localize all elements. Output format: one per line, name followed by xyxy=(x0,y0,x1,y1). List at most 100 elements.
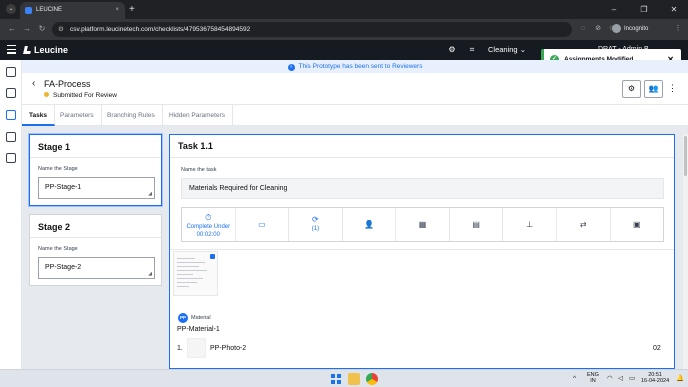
process-title: FA-Process xyxy=(44,79,91,89)
back-chevron-icon[interactable]: ‹ xyxy=(32,78,35,90)
task-name-label: Name the task xyxy=(181,167,217,173)
process-settings-button[interactable]: ⚙ xyxy=(622,80,641,98)
reminder-button[interactable]: ▣ xyxy=(611,208,664,241)
due-date-button[interactable]: ▤ xyxy=(450,208,504,241)
chevron-up-icon[interactable]: ^ xyxy=(573,375,576,383)
restore-icon[interactable]: ❐ xyxy=(630,0,658,19)
task-title: Task 1.1 xyxy=(178,141,213,151)
hamburger-menu-icon[interactable] xyxy=(7,45,16,54)
more-options-icon[interactable]: ⋮ xyxy=(668,82,677,94)
incognito-indicator[interactable]: Incognito xyxy=(612,24,648,35)
page-scrollbar[interactable] xyxy=(683,134,688,369)
tab-hidden-parameters[interactable]: Hidden Parameters xyxy=(162,105,233,126)
assignees-button[interactable]: 👤 xyxy=(343,208,397,241)
jobs-icon[interactable] xyxy=(6,88,16,98)
task-panel: Task 1.1 Name the task Materials Require… xyxy=(169,134,675,369)
hierarchy-icon: ⊥ xyxy=(526,220,534,229)
browser-tab-bar: ⌄ LEUCINE × + – ❐ ✕ xyxy=(0,0,688,19)
reports-icon[interactable] xyxy=(6,153,16,163)
material-label: Material xyxy=(191,315,211,321)
file-explorer-icon[interactable] xyxy=(348,373,360,385)
resize-handle-icon[interactable]: ◢ xyxy=(148,191,152,197)
media-thumbnail[interactable] xyxy=(173,251,218,296)
material-photo-name: PP-Photo-2 xyxy=(210,345,247,352)
tab-branching-rules[interactable]: Branching Rules xyxy=(100,105,163,126)
status-dot-icon xyxy=(44,92,49,97)
collaborators-button[interactable]: 👥 xyxy=(644,80,663,98)
settings-gear-icon[interactable]: ⚙ xyxy=(447,45,457,55)
material-index: 1. xyxy=(177,345,183,352)
site-info-icon[interactable]: ⚙ xyxy=(58,22,64,37)
material-quantity: 02 xyxy=(653,345,661,352)
leucine-favicon xyxy=(25,7,32,14)
media-icon: ▭ xyxy=(258,220,266,229)
material-name: PP-Material-1 xyxy=(177,326,220,333)
facility-selector[interactable]: Cleaning ⌄ xyxy=(488,44,526,56)
tab-search-icon[interactable]: ⌄ xyxy=(6,4,16,14)
status-text: Submitted For Review xyxy=(53,92,117,99)
calendar-check-icon: ▦ xyxy=(418,220,427,229)
stage-name-input[interactable]: PP-Stage-1 ◢ xyxy=(38,177,155,199)
chrome-icon[interactable] xyxy=(366,373,378,385)
brand-name: Leucine xyxy=(34,45,69,55)
minimize-icon[interactable]: – xyxy=(600,0,628,19)
zoom-icon[interactable]: ⊘ xyxy=(592,23,604,35)
timer-label: Complete Under xyxy=(186,224,231,230)
timer-icon: ⏱ xyxy=(205,213,212,222)
close-window-icon[interactable]: ✕ xyxy=(660,0,688,19)
browser-tab[interactable]: LEUCINE × xyxy=(20,2,125,19)
wifi-icon[interactable]: ◠ xyxy=(607,375,613,383)
stage-title: Stage 2 xyxy=(38,222,71,232)
stage-name-input[interactable]: PP-Stage-2 ◢ xyxy=(38,257,155,279)
incognito-label: Incognito xyxy=(624,26,649,33)
windows-start-icon[interactable] xyxy=(331,374,341,384)
close-tab-icon[interactable]: × xyxy=(115,2,119,19)
tab-tasks[interactable]: Tasks xyxy=(22,105,55,126)
calendar-icon: ▤ xyxy=(472,220,480,229)
recurrence-button[interactable]: ⟳ (1) xyxy=(289,208,343,241)
browser-menu-icon[interactable]: ⋮ xyxy=(672,23,684,35)
process-header: ‹ FA-Process Submitted For Review ⚙ 👥 ⋮ xyxy=(22,73,688,105)
recurrence-count: (1) xyxy=(311,226,320,232)
resize-handle-icon[interactable]: ◢ xyxy=(148,271,152,277)
left-nav-rail xyxy=(0,60,22,369)
scan-icon[interactable]: ⌗ xyxy=(467,45,477,55)
incognito-icon xyxy=(612,24,621,33)
windows-taskbar: ^ ENG IN ◠ ◁ ▭ 20:51 16-04-2024 🔔 xyxy=(0,369,688,387)
calendar-clock-icon: ▣ xyxy=(633,220,641,229)
notification-bell-icon[interactable]: 🔔 xyxy=(676,375,684,383)
tab-parameters[interactable]: Parameters xyxy=(53,105,102,126)
stage-name-label: Name the Stage xyxy=(38,166,78,172)
url-text: csv.platform.leucinetech.com/checklists/… xyxy=(70,26,251,33)
language-indicator[interactable]: ENG IN xyxy=(587,372,599,384)
task-name-value: Materials Required for Cleaning xyxy=(189,185,288,192)
stage-title: Stage 1 xyxy=(38,142,71,152)
dependencies-button[interactable]: ⊥ xyxy=(503,208,557,241)
address-bar: ← → ↻ ⚙ csv.platform.leucinetech.com/che… xyxy=(0,19,688,40)
leucine-logo: Leucine xyxy=(23,44,69,56)
battery-icon[interactable]: ▭ xyxy=(629,375,635,383)
eye-off-icon[interactable]: ◌ xyxy=(577,23,589,35)
processes-icon[interactable] xyxy=(6,110,16,120)
info-icon: i xyxy=(287,64,295,71)
media-button[interactable]: ▭ xyxy=(236,208,290,241)
schedule-button[interactable]: ▦ xyxy=(396,208,450,241)
material-photo[interactable] xyxy=(187,338,206,358)
url-field[interactable]: ⚙ csv.platform.leucinetech.com/checklist… xyxy=(52,22,572,37)
task-name-input[interactable]: Materials Required for Cleaning xyxy=(181,178,664,199)
stage-card-1[interactable]: Stage 1 Name the Stage PP-Stage-1 ◢ xyxy=(29,134,162,206)
forward-arrow-icon[interactable]: → xyxy=(21,23,33,35)
process-tabs: Tasks Parameters Branching Rules Hidden … xyxy=(22,105,688,126)
system-clock[interactable]: 20:51 16-04-2024 xyxy=(641,372,669,384)
shuffle-icon: ⇄ xyxy=(579,220,587,229)
branching-button[interactable]: ⇄ xyxy=(557,208,611,241)
task-toolbar: ⏱ Complete Under 00:02:00 ▭ ⟳ (1) 👤 ▦ ▤ … xyxy=(181,207,664,242)
stage-card-2[interactable]: Stage 2 Name the Stage PP-Stage-2 ◢ xyxy=(29,214,162,286)
volume-icon[interactable]: ◁ xyxy=(618,375,623,383)
back-arrow-icon[interactable]: ← xyxy=(6,23,18,35)
inbox-icon[interactable] xyxy=(6,67,16,77)
timer-button[interactable]: ⏱ Complete Under 00:02:00 xyxy=(182,208,236,241)
new-tab-button[interactable]: + xyxy=(129,2,135,17)
ontology-icon[interactable] xyxy=(6,132,16,142)
reload-icon[interactable]: ↻ xyxy=(36,23,48,35)
